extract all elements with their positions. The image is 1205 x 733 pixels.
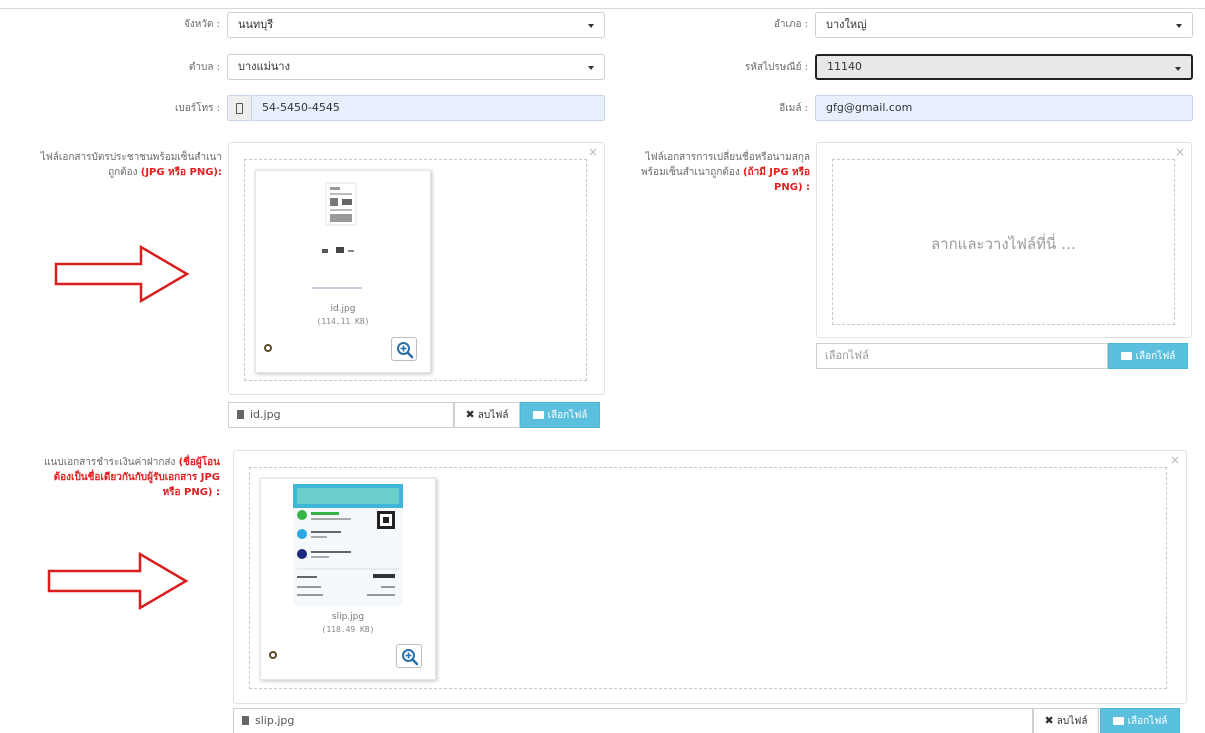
- id-card-drop-zone[interactable]: id.jpg (114.11 KB): [244, 159, 587, 381]
- payment-slip-browse-label: เลือกไฟล์: [1127, 716, 1168, 727]
- id-card-thumbnail: id.jpg (114.11 KB): [255, 170, 431, 373]
- close-icon[interactable]: ×: [1175, 146, 1185, 158]
- province-label: จังหวัด :: [184, 19, 220, 30]
- chevron-down-icon: [1175, 67, 1181, 71]
- arrow-icon: [54, 244, 190, 304]
- arrow-icon: [47, 551, 189, 611]
- postcode-select[interactable]: 11140: [815, 54, 1193, 80]
- phone-icon: [236, 103, 243, 114]
- payment-slip-drop-zone[interactable]: slip.jpg (118.49 KB): [249, 467, 1167, 689]
- close-icon: ✖: [465, 408, 475, 421]
- payment-slip-image: [293, 484, 403, 606]
- chevron-down-icon: [588, 24, 594, 28]
- subdistrict-value: บางแม่นาง: [238, 60, 290, 73]
- payment-slip-file-preview: × slip.jpg (118.49 KB): [233, 450, 1187, 704]
- phone-input[interactable]: 54-5450-4545: [251, 95, 605, 121]
- id-card-image: [312, 182, 362, 289]
- payment-slip-file-name: slip.jpg: [331, 612, 365, 622]
- zoom-in-icon: [402, 649, 419, 666]
- name-change-label-note: (ถ้ามี JPG หรือ PNG) :: [742, 167, 810, 193]
- drop-zone-text: ลากและวางไฟล์ที่นี่ …: [930, 235, 1077, 253]
- payment-slip-thumbnail: slip.jpg (118.49 KB): [260, 478, 436, 680]
- id-card-file-size: (114.11 KB): [316, 317, 370, 326]
- folder-open-icon: [532, 411, 544, 419]
- name-change-drop-zone[interactable]: ลากและวางไฟล์ที่นี่ …: [832, 159, 1175, 325]
- close-icon[interactable]: ×: [1170, 454, 1180, 466]
- district-value: บางใหญ่: [826, 18, 867, 31]
- indicator-icon: [264, 344, 272, 352]
- id-card-file-preview: × id.jpg (114.11 KB): [228, 142, 605, 395]
- district-select[interactable]: บางใหญ่: [815, 12, 1193, 38]
- name-change-browse-label: เลือกไฟล์: [1135, 351, 1176, 362]
- id-card-browse-label: เลือกไฟล์: [547, 410, 588, 421]
- folder-open-icon: [1112, 717, 1124, 725]
- file-icon: [237, 410, 244, 419]
- id-card-file-name: id.jpg: [330, 304, 356, 314]
- name-change-file-box: × ลากและวางไฟล์ที่นี่ …: [816, 142, 1192, 338]
- payment-slip-remove-button[interactable]: ✖ ลบไฟล์: [1033, 708, 1099, 733]
- district-label: อำเภอ :: [773, 19, 808, 30]
- payment-slip-file-size: (118.49 KB): [321, 625, 375, 634]
- phone-addon: [227, 95, 251, 121]
- close-icon[interactable]: ×: [588, 146, 598, 158]
- folder-open-icon: [1120, 352, 1132, 360]
- payment-slip-caption-text: slip.jpg: [255, 714, 295, 727]
- id-card-remove-button[interactable]: ✖ ลบไฟล์: [454, 402, 520, 428]
- indicator-icon: [269, 651, 277, 659]
- province-select[interactable]: นนทบุรี: [227, 12, 605, 38]
- payment-slip-remove-label: ลบไฟล์: [1056, 716, 1088, 727]
- file-icon: [242, 716, 249, 725]
- subdistrict-select[interactable]: บางแม่นาง: [227, 54, 605, 80]
- chevron-down-icon: [588, 66, 594, 70]
- id-card-label-note: (JPG หรือ PNG):: [140, 167, 222, 178]
- zoom-in-icon: [397, 342, 414, 359]
- name-change-caption[interactable]: เลือกไฟล์: [816, 343, 1108, 369]
- province-value: นนทบุรี: [238, 18, 274, 31]
- chevron-down-icon: [1176, 24, 1182, 28]
- id-card-upload-label: ไฟล์เอกสารบัตรประชาชนพร้อมเซ็นสำเนาถูกต้…: [40, 150, 222, 180]
- id-card-remove-label: ลบไฟล์: [477, 410, 509, 421]
- name-change-browse-button[interactable]: เลือกไฟล์: [1108, 343, 1188, 369]
- payment-slip-caption[interactable]: slip.jpg: [233, 708, 1033, 733]
- payment-slip-upload-label: แนบเอกสารชำระเงินค่าฝากส่ง (ชื่อผู้โอนต้…: [40, 455, 220, 500]
- subdistrict-label: ตำบล :: [188, 62, 220, 73]
- id-card-zoom-button[interactable]: [391, 337, 417, 361]
- postcode-value: 11140: [827, 60, 862, 73]
- id-card-caption[interactable]: id.jpg: [228, 402, 454, 428]
- email-input[interactable]: gfg@gmail.com: [815, 95, 1193, 121]
- postcode-label: รหัสไปรษณีย์ :: [744, 62, 808, 73]
- name-change-upload-label: ไฟล์เอกสารการเปลี่ยนชื่อหรือนามสกุลพร้อม…: [622, 150, 810, 195]
- id-card-browse-button[interactable]: เลือกไฟล์: [520, 402, 600, 428]
- id-card-caption-text: id.jpg: [250, 408, 281, 421]
- payment-slip-browse-button[interactable]: เลือกไฟล์: [1100, 708, 1180, 733]
- payment-slip-zoom-button[interactable]: [396, 644, 422, 668]
- payment-slip-label-text: แนบเอกสารชำระเงินค่าฝากส่ง: [44, 457, 176, 468]
- top-divider: [0, 8, 1205, 9]
- email-label: อีเมล์ :: [779, 103, 808, 114]
- close-icon: ✖: [1044, 714, 1054, 727]
- phone-label: เบอร์โทร :: [174, 103, 220, 114]
